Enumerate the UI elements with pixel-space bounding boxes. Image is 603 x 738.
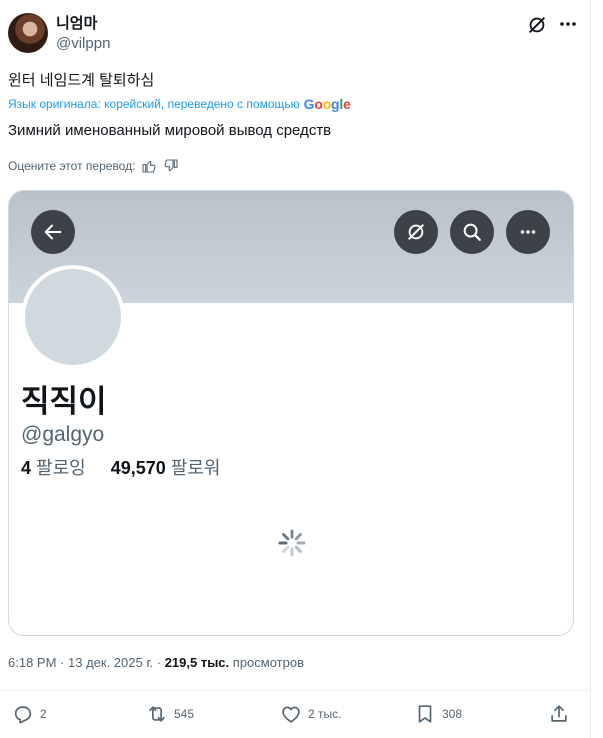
profile-handle: @galgyo — [21, 423, 105, 446]
author-avatar[interactable] — [8, 13, 48, 53]
grok-button[interactable] — [394, 210, 438, 254]
tweet-text: 윈터 네임드계 탈퇴하심 — [8, 72, 155, 89]
bookmark-button[interactable]: 308 — [414, 703, 462, 725]
share-icon — [551, 705, 567, 722]
following-count: 4 — [21, 458, 32, 478]
bookmark-count: 308 — [442, 707, 463, 721]
thumbs-down-icon[interactable] — [163, 158, 179, 174]
followers-label: 팔로워 — [170, 458, 221, 478]
rate-translation-label: Оцените этот перевод: — [8, 159, 136, 173]
back-button[interactable] — [31, 210, 75, 254]
views-count: 219,5 тыс. — [164, 655, 230, 670]
reply-count: 2 — [40, 707, 47, 721]
translated-text: Зимний именованный мировой вывод средств — [8, 122, 332, 139]
repost-icon — [149, 706, 165, 722]
repost-button[interactable]: 545 — [146, 703, 194, 725]
rate-translation: Оцените этот перевод: — [8, 158, 179, 174]
like-button[interactable]: 2 тыс. — [280, 703, 341, 725]
more-button[interactable] — [506, 210, 550, 254]
column-divider — [590, 0, 591, 738]
embedded-profile-card[interactable]: 직직이 @galgyo 4 팔로잉 49,570 팔로워 — [8, 190, 574, 636]
actions-divider — [0, 690, 590, 691]
views-label: просмотров — [232, 655, 304, 670]
tweet-date[interactable]: 13 дек. 2025 г. — [68, 655, 153, 670]
grok-icon[interactable] — [526, 14, 548, 36]
followers-stat[interactable]: 49,570 팔로워 — [111, 458, 221, 478]
bookmark-icon — [418, 705, 432, 723]
more-icon — [520, 230, 536, 234]
tweet-header: 니엄마 @vilppn — [0, 0, 590, 64]
reply-icon — [14, 706, 32, 724]
profile-name: 직직이 — [21, 384, 107, 419]
repost-count: 545 — [174, 707, 195, 721]
grok-icon — [407, 223, 425, 241]
search-icon — [463, 223, 481, 241]
tweet-meta: 6:18 PM · 13 дек. 2025 г. · 219,5 тыс. п… — [8, 655, 304, 670]
translation-notice[interactable]: Язык оригинала: корейский, переведено с … — [8, 96, 351, 112]
author-name[interactable]: 니엄마 — [56, 12, 97, 33]
profile-stats: 4 팔로잉 49,570 팔로워 — [21, 454, 221, 480]
spinner-icon — [278, 529, 306, 557]
tweet-time[interactable]: 6:18 PM — [8, 655, 56, 670]
like-count: 2 тыс. — [308, 707, 342, 721]
following-stat[interactable]: 4 팔로잉 — [21, 458, 86, 478]
following-label: 팔로잉 — [36, 458, 86, 478]
search-button[interactable] — [450, 210, 494, 254]
translation-notice-text: Язык оригинала: корейский, переведено с … — [8, 97, 300, 111]
followers-count: 49,570 — [110, 458, 166, 478]
reply-button[interactable]: 2 — [12, 703, 47, 725]
google-logo: Google — [303, 96, 351, 112]
share-button[interactable] — [548, 703, 570, 725]
meta-separator: · — [60, 655, 68, 670]
thumbs-up-icon[interactable] — [141, 158, 157, 174]
like-icon — [282, 706, 300, 723]
more-icon[interactable] — [556, 12, 580, 36]
author-handle[interactable]: @vilppn — [56, 35, 110, 52]
back-arrow-icon — [44, 224, 62, 240]
profile-avatar[interactable] — [21, 265, 125, 369]
meta-separator: · — [156, 655, 165, 670]
